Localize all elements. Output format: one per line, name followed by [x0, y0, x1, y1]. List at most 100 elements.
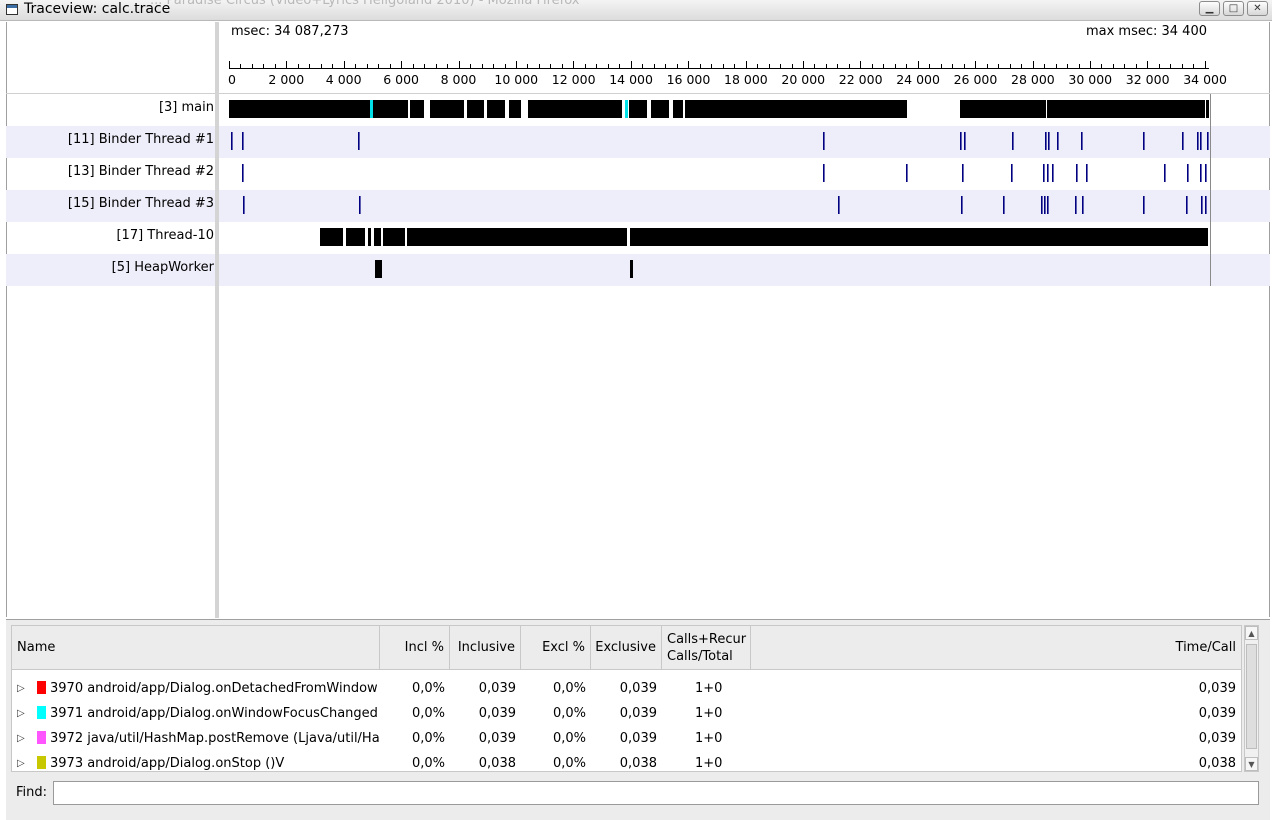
expand-triangle-icon[interactable]: ▷	[17, 751, 27, 776]
main-thread-segment	[960, 100, 1046, 118]
table-row[interactable]: ▷ 3973 android/app/Dialog.onStop ()V 0,0% 0…	[12, 751, 1241, 776]
table-row[interactable]: ▷ 3972 java/util/HashMap.postRemove (Ljav…	[12, 726, 1241, 751]
table-row[interactable]: ▷ 3970 android/app/Dialog.onDetachedFromW…	[12, 676, 1241, 701]
binder-thread-mark	[1182, 132, 1184, 150]
cell-incl-pct: 0,0%	[411, 681, 445, 696]
binder-thread-mark	[1044, 196, 1046, 214]
cell-excl-pct: 0,0%	[552, 731, 586, 746]
binder-thread-mark	[1057, 132, 1059, 150]
cell-inclusive: 0,039	[478, 681, 516, 696]
binder-thread-mark	[1052, 164, 1054, 182]
main-thread-segment	[430, 100, 464, 118]
cell-excl-pct: 0,0%	[552, 681, 586, 696]
col-header-calls-line1: Calls+Recur	[667, 631, 747, 647]
cell-inclusive: 0,039	[478, 706, 516, 721]
table-row[interactable]: ▷ 3971 android/app/Dialog.onWindowFocusCh…	[12, 701, 1241, 726]
col-header-time-per-call-label: Time/Call	[1175, 640, 1236, 655]
binder-thread-mark	[1143, 196, 1145, 214]
table-vertical-scrollbar[interactable]: ▲ ▼	[1244, 625, 1259, 772]
cell-calls: 1+0	[695, 706, 723, 721]
binder-thread-mark	[1047, 164, 1049, 182]
cell-calls: 1+0	[695, 756, 723, 771]
binder-thread-mark	[1003, 196, 1005, 214]
col-header-incl-pct-label: Incl %	[404, 640, 444, 655]
binder-thread-mark	[1041, 196, 1043, 214]
profile-panel: Name Incl % Inclusive Excl % Exclusive C…	[6, 619, 1270, 820]
col-header-name[interactable]: Name	[12, 626, 380, 669]
col-header-calls[interactable]: Calls+Recur Calls/Total	[662, 626, 751, 669]
binder-thread-mark	[823, 164, 825, 182]
expand-triangle-icon[interactable]: ▷	[17, 676, 27, 701]
cell-incl-pct: 0,0%	[411, 706, 445, 721]
main-thread-segment	[509, 100, 521, 118]
method-color-swatch	[37, 681, 46, 694]
binder-thread-mark	[1201, 196, 1203, 214]
cell-name: 3970 android/app/Dialog.onDetachedFromWi…	[32, 676, 380, 701]
binder-thread-mark	[1081, 132, 1083, 150]
binder-thread-mark	[1048, 132, 1050, 150]
cell-time-per-call: 0,039	[1198, 706, 1236, 721]
method-color-swatch	[37, 706, 46, 719]
binder-thread-mark	[1086, 164, 1088, 182]
expand-triangle-icon[interactable]: ▷	[17, 701, 27, 726]
main-thread-segment	[528, 100, 622, 118]
binder-thread-mark	[1200, 132, 1202, 150]
binder-thread-mark	[242, 164, 244, 182]
method-name: 3973 android/app/Dialog.onStop ()V	[50, 756, 285, 771]
binder-thread-mark	[1187, 164, 1189, 182]
binder-thread-mark	[1200, 164, 1202, 182]
binder-thread-mark	[1011, 164, 1013, 182]
col-header-incl-pct[interactable]: Incl %	[380, 626, 450, 669]
cell-time-per-call: 0,038	[1198, 756, 1236, 771]
main-thread-segment	[487, 100, 505, 118]
scroll-down-arrow-icon[interactable]: ▼	[1245, 757, 1258, 771]
cell-exclusive: 0,039	[619, 706, 657, 721]
method-name: 3970 android/app/Dialog.onDetachedFromWi…	[50, 681, 380, 696]
profile-table[interactable]: Name Incl % Inclusive Excl % Exclusive C…	[11, 625, 1242, 772]
col-header-excl-pct[interactable]: Excl %	[521, 626, 591, 669]
binder-thread-mark	[1205, 196, 1207, 214]
binder-thread-mark	[1012, 132, 1014, 150]
expand-triangle-icon[interactable]: ▷	[17, 726, 27, 751]
cell-calls: 1+0	[695, 731, 723, 746]
binder-thread-mark	[231, 132, 233, 150]
binder-thread-mark	[823, 132, 825, 150]
binder-thread-mark	[1197, 132, 1199, 150]
binder-thread-mark	[838, 196, 840, 214]
binder-thread-mark	[964, 132, 966, 150]
binder-thread-mark	[243, 196, 245, 214]
main-thread-segment	[410, 100, 424, 118]
binder-thread-mark	[1205, 164, 1207, 182]
binder-thread-mark	[1043, 164, 1045, 182]
cell-exclusive: 0,039	[619, 681, 657, 696]
thread10-segment	[630, 228, 1208, 246]
main-thread-segment	[1206, 100, 1209, 118]
binder-thread-mark	[1076, 164, 1078, 182]
scroll-up-arrow-icon[interactable]: ▲	[1245, 626, 1258, 640]
main-thread-segment	[467, 100, 484, 118]
thread10-segment	[320, 228, 343, 246]
binder-thread-mark	[962, 164, 964, 182]
thread-timeline-chart[interactable]	[0, 0, 1272, 620]
scroll-thumb[interactable]	[1246, 644, 1257, 749]
heapworker-segment	[375, 260, 382, 278]
find-input[interactable]	[53, 781, 1259, 805]
thread10-segment	[383, 228, 405, 246]
col-header-calls-line2: Calls/Total	[667, 648, 733, 664]
cell-inclusive: 0,038	[478, 756, 516, 771]
cell-incl-pct: 0,0%	[411, 756, 445, 771]
col-header-inclusive[interactable]: Inclusive	[450, 626, 521, 669]
method-name: 3972 java/util/HashMap.postRemove (Ljava…	[50, 731, 380, 746]
binder-thread-mark	[1047, 196, 1049, 214]
main-thread-segment	[1047, 100, 1205, 118]
col-header-exclusive[interactable]: Exclusive	[591, 626, 662, 669]
main-thread-segment	[229, 100, 370, 118]
col-header-time-per-call[interactable]: Time/Call	[751, 626, 1241, 669]
binder-thread-mark	[1164, 164, 1166, 182]
binder-thread-mark	[242, 132, 244, 150]
cell-exclusive: 0,038	[619, 756, 657, 771]
cell-name: 3973 android/app/Dialog.onStop ()V	[32, 751, 380, 776]
cell-excl-pct: 0,0%	[552, 756, 586, 771]
binder-thread-mark	[1207, 132, 1209, 150]
thread10-segment	[368, 228, 371, 246]
